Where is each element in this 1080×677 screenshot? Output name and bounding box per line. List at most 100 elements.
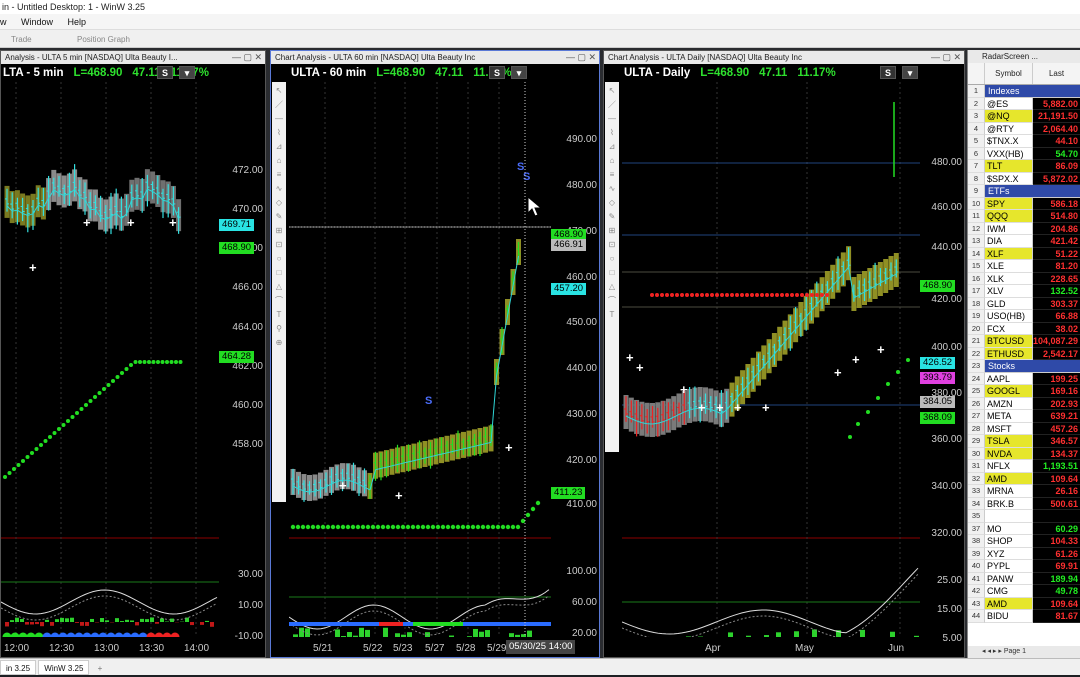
drawing-tool-icon[interactable]: ∿ <box>606 183 618 194</box>
symbol-cell[interactable]: PYPL <box>985 560 1033 573</box>
symbol-cell[interactable]: XYZ <box>985 548 1033 561</box>
symbol-cell[interactable]: XLK <box>985 273 1033 286</box>
drawing-tool-icon[interactable]: T <box>606 309 618 320</box>
menu-item-help[interactable]: Help <box>68 14 87 30</box>
drawing-tool-icon[interactable]: ⊡ <box>606 239 618 250</box>
drawing-tool-icon[interactable]: ○ <box>606 253 618 264</box>
desktop-tab[interactable]: in 3.25 <box>0 660 36 675</box>
radar-row[interactable]: 4@RTY2,064.40 <box>968 123 1080 136</box>
drawing-tool-icon[interactable]: ⌂ <box>606 155 618 166</box>
symbol-cell[interactable]: META <box>985 410 1033 423</box>
symbol-cell[interactable]: BRK.B <box>985 498 1033 511</box>
radar-row[interactable]: 24AAPL199.25 <box>968 373 1080 386</box>
symbol-cell[interactable]: MO <box>985 523 1033 536</box>
page-label[interactable]: Page 1 <box>1004 648 1026 655</box>
radar-row[interactable]: 40PYPL69.91 <box>968 560 1080 573</box>
radar-section-header[interactable]: 1Indexes <box>968 85 1080 98</box>
menu-item-window[interactable]: Window <box>21 14 53 30</box>
chart-window-header[interactable]: Chart Analysis - ULTA Daily [NASDAQ] Ult… <box>604 51 964 64</box>
symbol-cell[interactable]: XLE <box>985 260 1033 273</box>
symbol-cell[interactable]: AMD <box>985 598 1033 611</box>
drawing-tool-icon[interactable]: ⊕ <box>273 337 285 348</box>
symbol-cell[interactable]: SHOP <box>985 535 1033 548</box>
radar-row[interactable]: 34BRK.B500.61 <box>968 498 1080 511</box>
style-dropdown[interactable]: ▾ <box>511 66 527 79</box>
symbol-cell[interactable] <box>985 510 1033 523</box>
price-plot[interactable]: ++++ <box>1 82 219 637</box>
symbol-cell[interactable]: MSFT <box>985 423 1033 436</box>
radar-row[interactable]: 19USO(HB)66.88 <box>968 310 1080 323</box>
price-plot[interactable]: +++SSS <box>289 82 551 637</box>
radar-row[interactable]: 10SPY586.18 <box>968 198 1080 211</box>
drawing-tool-icon[interactable]: ≡ <box>606 169 618 180</box>
chart-window-60min[interactable]: Chart Analysis - ULTA 60 min [NASDAQ] Ul… <box>270 50 600 658</box>
radar-row[interactable]: 44BIDU81.67 <box>968 610 1080 623</box>
drawing-tool-icon[interactable]: ⚲ <box>273 323 285 334</box>
ribbon-position-graph[interactable]: Position Graph <box>77 30 130 50</box>
symbol-cell[interactable]: ETHUSD <box>985 348 1033 361</box>
drawing-tool-icon[interactable]: ⌒ <box>273 295 285 306</box>
radar-row[interactable]: 17XLV132.52 <box>968 285 1080 298</box>
drawing-tool-icon[interactable]: ≡ <box>273 169 285 180</box>
drawing-tool-icon[interactable]: △ <box>273 281 285 292</box>
radar-row[interactable]: 2@ES5,882.00 <box>968 98 1080 111</box>
radar-row[interactable]: 42CMG49.78 <box>968 585 1080 598</box>
style-button[interactable]: S <box>157 66 173 79</box>
chart-window-header[interactable]: Analysis - ULTA 5 min [NASDAQ] Ulta Beau… <box>1 51 265 64</box>
radar-row[interactable]: 8$SPX.X5,872.02 <box>968 173 1080 186</box>
radar-row[interactable]: 29TSLA346.57 <box>968 435 1080 448</box>
radar-row[interactable]: 11QQQ514.80 <box>968 210 1080 223</box>
drawing-tool-icon[interactable]: △ <box>606 281 618 292</box>
symbol-cell[interactable]: BTCUSD <box>985 335 1033 348</box>
radar-row[interactable]: 39XYZ61.26 <box>968 548 1080 561</box>
radarscreen-header[interactable]: RadarScreen ... <box>968 50 1080 63</box>
drawing-tool-icon[interactable]: ⌇ <box>606 127 618 138</box>
symbol-cell[interactable]: SPY <box>985 198 1033 211</box>
drawing-tool-icon[interactable]: ⌇ <box>273 127 285 138</box>
drawing-tool-icon[interactable]: □ <box>606 267 618 278</box>
style-button[interactable]: S <box>489 66 505 79</box>
style-dropdown[interactable]: ▾ <box>902 66 918 79</box>
radar-row[interactable]: 38SHOP104.33 <box>968 535 1080 548</box>
radar-row[interactable]: 12IWM204.86 <box>968 223 1080 236</box>
radar-row[interactable]: 32AMD109.64 <box>968 473 1080 486</box>
drawing-tool-icon[interactable]: — <box>606 113 618 124</box>
radar-section-header[interactable]: 9ETFs <box>968 185 1080 198</box>
drawing-tool-icon[interactable]: □ <box>273 267 285 278</box>
drawing-tool-icon[interactable]: ⊿ <box>606 141 618 152</box>
drawing-tool-icon[interactable]: ⌒ <box>606 295 618 306</box>
add-tab-button[interactable]: + <box>98 664 103 673</box>
style-button[interactable]: S <box>880 66 896 79</box>
radar-row[interactable]: 22ETHUSD2,542.17 <box>968 348 1080 361</box>
drawing-tool-icon[interactable]: ⊞ <box>273 225 285 236</box>
symbol-cell[interactable]: XLF <box>985 248 1033 261</box>
drawing-tool-icon[interactable]: ⊿ <box>273 141 285 152</box>
symbol-cell[interactable]: GOOGL <box>985 385 1033 398</box>
radar-row[interactable]: 31NFLX1,193.51 <box>968 460 1080 473</box>
price-plot[interactable]: ++++++++++ <box>622 82 920 637</box>
radar-row[interactable]: 14XLF51.22 <box>968 248 1080 261</box>
symbol-cell[interactable]: XLV <box>985 285 1033 298</box>
symbol-cell[interactable]: USO(HB) <box>985 310 1033 323</box>
drawing-tool-icon[interactable]: ◇ <box>606 197 618 208</box>
window-controls[interactable]: — ▢ ✕ <box>232 51 262 64</box>
radar-row[interactable]: 21BTCUSD104,087.29 <box>968 335 1080 348</box>
drawing-tool-icon[interactable]: ◇ <box>273 197 285 208</box>
drawing-tool-icon[interactable]: ⊞ <box>606 225 618 236</box>
radar-row[interactable]: 13DIA421.42 <box>968 235 1080 248</box>
chart-window-5min[interactable]: Analysis - ULTA 5 min [NASDAQ] Ulta Beau… <box>0 50 266 658</box>
chart-window-header[interactable]: Chart Analysis - ULTA 60 min [NASDAQ] Ul… <box>271 51 599 64</box>
symbol-cell[interactable]: $TNX.X <box>985 135 1033 148</box>
radar-row[interactable]: 30NVDA134.37 <box>968 448 1080 461</box>
radar-row[interactable]: 7TLT86.09 <box>968 160 1080 173</box>
drawing-tool-icon[interactable]: ✎ <box>606 211 618 222</box>
symbol-cell[interactable]: NVDA <box>985 448 1033 461</box>
symbol-cell[interactable]: BIDU <box>985 610 1033 623</box>
symbol-cell[interactable]: AMD <box>985 473 1033 486</box>
radar-row[interactable]: 20FCX38.02 <box>968 323 1080 336</box>
drawing-tool-icon[interactable]: ⊡ <box>273 239 285 250</box>
radar-row[interactable]: 16XLK228.65 <box>968 273 1080 286</box>
radar-section-header[interactable]: 23Stocks <box>968 360 1080 373</box>
symbol-cell[interactable]: DIA <box>985 235 1033 248</box>
symbol-cell[interactable]: @NQ <box>985 110 1033 123</box>
